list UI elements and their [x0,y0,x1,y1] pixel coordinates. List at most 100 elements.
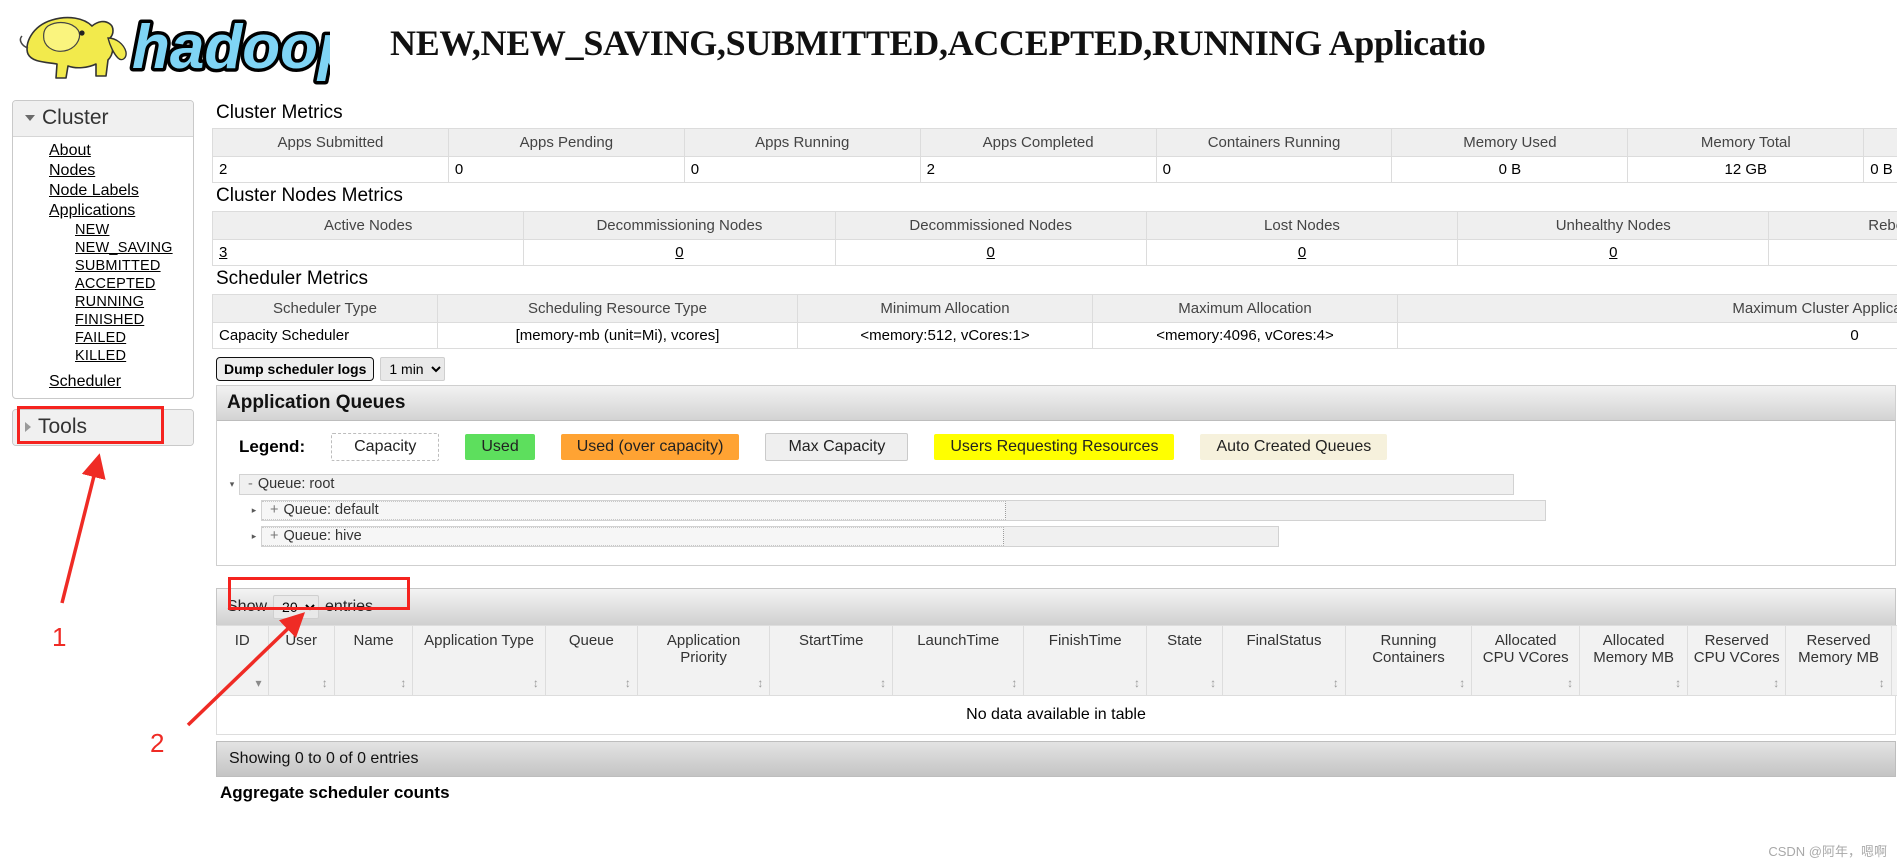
th-pct-of-queue[interactable]: % of Queue↕ [1890,625,1897,696]
th-allocated-memory-mb[interactable]: Allocated Memory MB ↕ [1579,625,1689,696]
th-queue-label: Queue [568,632,614,649]
queue-sign-minus: - [248,476,253,492]
queue-default-label: + Queue: default [262,502,379,518]
th-launchtime-label: LaunchTime [917,632,1000,649]
sidebar-item-scheduler[interactable]: Scheduler [13,372,193,392]
td-apps-pending: 0 [447,156,685,183]
td-decommissioned-nodes[interactable]: 0 [834,239,1147,266]
sidebar-item-running[interactable]: RUNNING [13,293,193,311]
queue-row-default[interactable]: ▸ + Queue: default [225,499,1881,521]
sidebar-item-about[interactable]: About [13,141,193,161]
queue-root-label: - Queue: root [240,476,334,492]
legend-chip-used: Used [465,434,535,460]
th-starttime-label: StartTime [798,632,864,649]
td-decommissioning-nodes[interactable]: 0 [523,239,836,266]
th-finalstatus-label: FinalStatus [1246,632,1322,649]
sidebar-item-finished[interactable]: FINISHED [13,311,193,329]
sort-both-icon[interactable]: ↕ [757,677,763,689]
th-name[interactable]: Name ↕ [333,625,414,696]
sidebar-section-tools-label: Tools [38,415,88,438]
th-running-containers[interactable]: Running Containers ↕ [1344,625,1473,696]
sidebar-item-new[interactable]: NEW [13,221,193,239]
table-row: 3 0 0 0 0 0 0 [212,239,1897,266]
td-unhealthy-nodes[interactable]: 0 [1457,239,1770,266]
td-lost-nodes[interactable]: 0 [1145,239,1459,266]
show-entries-select[interactable]: 20 [273,595,320,619]
sort-both-icon[interactable]: ↕ [625,677,631,689]
queue-capacity-bar-default[interactable]: + Queue: default [261,499,1546,521]
td-apps-submitted: 2 [212,156,449,183]
sort-both-icon[interactable]: ↕ [322,677,328,689]
th-scheduler-type: Scheduler Type [212,294,438,323]
th-state[interactable]: State ↕ [1146,625,1224,696]
th-finalstatus[interactable]: FinalStatus ↕ [1222,625,1346,696]
sidebar-section-cluster[interactable]: Cluster [13,101,193,137]
dump-scheduler-logs-button[interactable]: Dump scheduler logs [216,357,375,381]
sort-both-icon[interactable]: ↕ [1210,677,1216,689]
legend-chip-used-over-capacity: Used (over capacity) [560,434,740,460]
sort-both-icon[interactable]: ↕ [533,677,539,689]
legend-label: Legend: [239,437,306,456]
sidebar-item-submitted[interactable]: SUBMITTED [13,257,193,275]
th-allocated-cpu-vcores-label: Allocated CPU VCores [1482,632,1569,666]
queue-root-name: Queue: root [257,476,335,492]
th-memory-used: Memory Used [1391,128,1629,157]
sort-both-icon[interactable]: ↕ [1011,677,1017,689]
sort-both-icon[interactable]: ↕ [880,677,886,689]
th-queue[interactable]: Queue ↕ [544,625,638,696]
sort-both-icon[interactable]: ↕ [1459,677,1465,689]
show-label: Show [227,598,268,615]
th-state-label: State [1167,632,1203,649]
queue-row-hive[interactable]: ▸ + Queue: hive [225,525,1881,547]
sidebar-item-accepted[interactable]: ACCEPTED [13,275,193,293]
scheduler-metrics-clip: Scheduler Type Scheduling Resource Type … [212,294,1897,349]
queue-capacity-bar-root[interactable]: - Queue: root [239,473,1514,495]
sort-both-icon[interactable]: ↕ [1134,677,1140,689]
sort-both-icon[interactable]: ↕ [1879,677,1885,689]
application-queues-panel: Application Queues Legend: Capacity Used… [216,385,1896,566]
triangle-closed-icon[interactable]: ▸ [247,531,261,542]
th-reserved-memory-mb[interactable]: Reserved Memory MB ↕ [1785,625,1892,696]
sidebar-item-node-labels[interactable]: Node Labels [13,181,193,201]
sort-both-icon[interactable]: ↕ [1773,677,1779,689]
td-maximum-allocation: <memory:4096, vCores:4> [1092,322,1398,349]
th-finishtime[interactable]: FinishTime ↕ [1023,625,1148,696]
th-reserved-cpu-vcores-label: Reserved CPU VCores [1693,632,1780,666]
triangle-open-icon[interactable]: ▾ [225,479,239,490]
th-id[interactable]: ID ▾ [216,625,269,696]
application-queues-title: Application Queues [217,386,1895,421]
th-starttime[interactable]: StartTime ↕ [769,625,894,696]
th-decommissioning-nodes: Decommissioning Nodes [523,211,836,240]
sort-both-icon[interactable]: ↕ [1333,677,1339,689]
sort-desc-icon[interactable]: ▾ [256,677,262,689]
queue-row-root[interactable]: ▾ - Queue: root [225,473,1881,495]
th-allocated-cpu-vcores[interactable]: Allocated CPU VCores ↕ [1471,625,1581,696]
sort-both-icon[interactable]: ↕ [400,677,406,689]
dump-duration-select[interactable]: 1 min [380,357,446,381]
sort-both-icon[interactable]: ↕ [1675,677,1681,689]
td-active-nodes[interactable]: 3 [212,239,525,266]
th-application-type[interactable]: Application Type ↕ [412,625,546,696]
sidebar-item-new-saving[interactable]: NEW_SAVING [13,239,193,257]
sidebar-item-killed[interactable]: KILLED [13,347,193,365]
td-apps-completed: 2 [919,156,1157,183]
th-reserved-cpu-vcores[interactable]: Reserved CPU VCores ↕ [1687,625,1787,696]
triangle-closed-icon[interactable]: ▸ [247,505,261,516]
th-user[interactable]: User ↕ [267,625,335,696]
applications-table-clip: ID ▾ User ↕ Name ↕ Application Type ↕ Queue ↕… [216,625,1897,696]
td-scheduling-resource-type: [memory-mb (unit=Mi), vcores] [437,322,798,349]
sort-both-icon[interactable]: ↕ [1567,677,1573,689]
tools-nav-block: Tools [12,409,194,446]
th-application-priority[interactable]: Application Priority ↕ [636,625,771,696]
sidebar-section-tools[interactable]: Tools [13,410,193,445]
td-rebooted-nodes[interactable]: 0 [1768,239,1897,266]
th-launchtime[interactable]: LaunchTime ↕ [892,625,1025,696]
queue-capacity-bar-hive[interactable]: + Queue: hive [261,525,1279,547]
applications-table: ID ▾ User ↕ Name ↕ Application Type ↕ Queue ↕… [216,625,1897,696]
sidebar: Cluster About Nodes Node Labels Applicat… [12,100,194,456]
queue-sign-plus: + [270,502,279,518]
cluster-metrics-clip: Apps Submitted Apps Pending Apps Running… [212,128,1897,183]
sidebar-item-failed[interactable]: FAILED [13,329,193,347]
sidebar-item-nodes[interactable]: Nodes [13,161,193,181]
sidebar-item-applications[interactable]: Applications [13,201,193,221]
